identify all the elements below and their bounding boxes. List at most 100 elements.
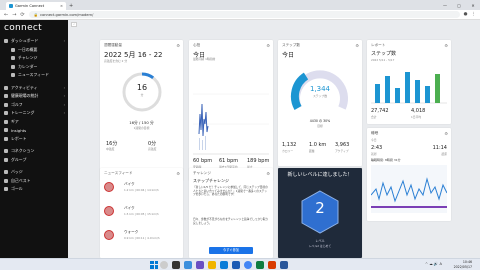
teams-icon[interactable] [196, 260, 204, 269]
card-settings-icon[interactable]: ⚙ [444, 131, 448, 136]
sidebar-item[interactable]: ダッシュボード › [0, 37, 68, 46]
intensity-ring [122, 72, 162, 112]
sleep-end: 11:14 [432, 145, 447, 151]
report-icon [4, 136, 8, 141]
sleep-end-label: 起床 [441, 152, 447, 156]
card-title: ステップ数 [282, 43, 300, 47]
system-tray[interactable]: ^ ☁ 🔊 A [425, 262, 442, 266]
card-title: レポート [371, 43, 386, 47]
heart-icon [4, 94, 8, 99]
taskbar: ^ ☁ 🔊 A 10:46 2022/05/17 [0, 258, 480, 270]
card-settings-icon[interactable]: ⚙ [355, 43, 359, 48]
week-sub: 高強度を含む 2 分 [104, 59, 128, 63]
tab-close-icon[interactable]: × [60, 4, 63, 8]
avatar [104, 206, 114, 216]
sidebar-item[interactable]: ギア [0, 118, 68, 127]
weekly-intensity-card[interactable]: 週間運動量 ⚙ 2022 5月 16 - 22 高強度を含む 2 分 16 分 … [100, 40, 183, 181]
card-settings-icon[interactable]: ⚙ [266, 43, 270, 48]
sleep-card[interactable]: 睡眠 ⚙ 今日 2:43 11:14 就寝 起床 睡眠時間: 8時間 31分 [367, 128, 451, 221]
search-icon[interactable] [160, 260, 168, 269]
news-feed-card[interactable]: ニュースフィード ⚙ バイク 1.2 km | 00:04 | 14 km/h … [100, 168, 183, 258]
heart-rate-card[interactable]: 心拍 ⚙ 今日 最終同期 1時間前 60 bpm 安静時 61 bpm 過去7日… [189, 40, 273, 181]
report-total: 27,742 [371, 108, 389, 114]
report-average-label: 1日平均 [411, 115, 422, 119]
sidebar-item[interactable]: 一日の概要 [0, 46, 68, 55]
sidebar-item-label: ゴール [11, 186, 23, 192]
level-label: レベル [315, 239, 325, 243]
card-settings-icon[interactable]: ⚙ [176, 43, 180, 48]
card-settings-icon[interactable]: ⚙ [266, 171, 270, 176]
join-challenge-button[interactable]: 今すぐ参加 [209, 247, 253, 254]
browser-tab[interactable]: Garmin Connect × [6, 2, 66, 10]
excel-icon[interactable] [256, 260, 264, 269]
forward-button[interactable]: → [12, 12, 16, 18]
ring-unit: 分 [140, 93, 144, 97]
card-title: 週間運動量 [104, 43, 122, 47]
app-logo[interactable]: connect [0, 20, 68, 33]
clock[interactable]: 10:46 2022/05/17 [454, 260, 472, 269]
menu-icon[interactable]: ⋮ [472, 12, 477, 17]
challenge-card[interactable]: チャレンジ ⚙ ステップチャレンジ 「新しい1/5 だ！チャレンジに参加して、同… [189, 168, 273, 258]
sidebar-item-label: カレンダー [18, 63, 38, 69]
sidebar-item[interactable]: ニュースフィード [0, 71, 68, 80]
sidebar-item[interactable]: レポート [0, 135, 68, 144]
level-card[interactable]: 新しいレベルに達しました！ 2 レベル レベル2 はじめて [278, 168, 362, 258]
steps-goal-label: 目標 [317, 124, 323, 128]
challenge-heading: ステップチャレンジ [193, 178, 229, 183]
sidebar-item[interactable]: コネクション [0, 147, 68, 156]
task-view-icon[interactable] [172, 260, 180, 269]
sun-icon [11, 47, 15, 52]
sleep-chart [371, 165, 447, 213]
sidebar-item[interactable]: 健康現場の統計 › [0, 92, 68, 101]
edge-icon[interactable] [220, 260, 228, 269]
start-button[interactable] [150, 260, 158, 269]
card-settings-icon[interactable]: ⚙ [444, 43, 448, 48]
feed-item[interactable]: ウォーク 0.9 km | 00:11 | 4.9 km/h [104, 228, 183, 252]
insights-icon [4, 128, 8, 133]
close-window-button[interactable]: ✕ [466, 0, 480, 10]
chrome-icon[interactable] [244, 260, 252, 269]
feed-item[interactable]: バイク 1.5 km | 00:05 | 15 km/h [104, 204, 183, 228]
card-settings-icon[interactable]: ⚙ [176, 171, 180, 176]
sidebar-item[interactable]: グループ [0, 156, 68, 165]
ring-value: 16 [136, 83, 148, 92]
report-average: 4,018 [411, 108, 426, 114]
collapse-sidebar-button[interactable]: ‹ [71, 22, 77, 27]
sidebar-item[interactable]: 自己ベスト [0, 177, 68, 186]
widgets-icon[interactable] [184, 260, 192, 269]
sidebar-item[interactable]: ゴール [0, 185, 68, 194]
sidebar-item[interactable]: ゴルフ › [0, 101, 68, 110]
dashboard-icon [4, 39, 8, 44]
golf-icon [4, 102, 8, 107]
maximize-button[interactable]: ▢ [452, 0, 466, 10]
chevron-icon: › [63, 111, 65, 116]
profile-icon[interactable]: ● [464, 12, 468, 17]
feed-item[interactable]: バイク 1.2 km | 00:04 | 14 km/h [104, 180, 183, 204]
sidebar-item[interactable]: トレーニング › [0, 109, 68, 118]
report-subject: ステップ数 [371, 51, 397, 57]
file-explorer-icon[interactable] [208, 260, 216, 269]
steps-card[interactable]: ステップ数 ⚙ 今日 1,344 ステップ数 4430 の 30% 目標 1,1… [278, 40, 362, 166]
sidebar-item[interactable]: バッジ [0, 168, 68, 177]
address-bar[interactable]: 🔒 connect.garmin.com/modern/ [28, 11, 460, 18]
sidebar-item[interactable]: カレンダー [0, 63, 68, 72]
report-card[interactable]: レポート ⚙ ステップ数 2022 5/11 - 5/17 27,742 合計 … [367, 40, 451, 124]
word-icon[interactable] [280, 260, 288, 269]
level-detail: レベル2 はじめて [308, 244, 332, 248]
reload-button[interactable]: ⟳ [20, 12, 24, 18]
sidebar-item[interactable]: アクティビティ › [0, 84, 68, 93]
sidebar-item-label: 自己ベスト [11, 177, 31, 183]
new-tab-button[interactable]: + [69, 2, 73, 10]
chevron-icon: › [63, 85, 65, 90]
sidebar-item-label: チャレンジ [18, 55, 38, 61]
sidebar-item[interactable]: Insights [0, 126, 68, 135]
back-button[interactable]: ← [4, 12, 8, 18]
report-bar-chart [371, 72, 447, 104]
sidebar-item[interactable]: チャレンジ [0, 54, 68, 63]
powerpoint-icon[interactable] [268, 260, 276, 269]
minimize-button[interactable]: — [438, 0, 452, 10]
tab-title: Garmin Connect [15, 4, 45, 8]
challenge-body-2: 日々、歩数が不足がちなのをチャレンジと競争でしっかり取り戻しましょう。 [193, 217, 269, 225]
avatar [104, 230, 114, 240]
store-icon[interactable] [232, 260, 240, 269]
